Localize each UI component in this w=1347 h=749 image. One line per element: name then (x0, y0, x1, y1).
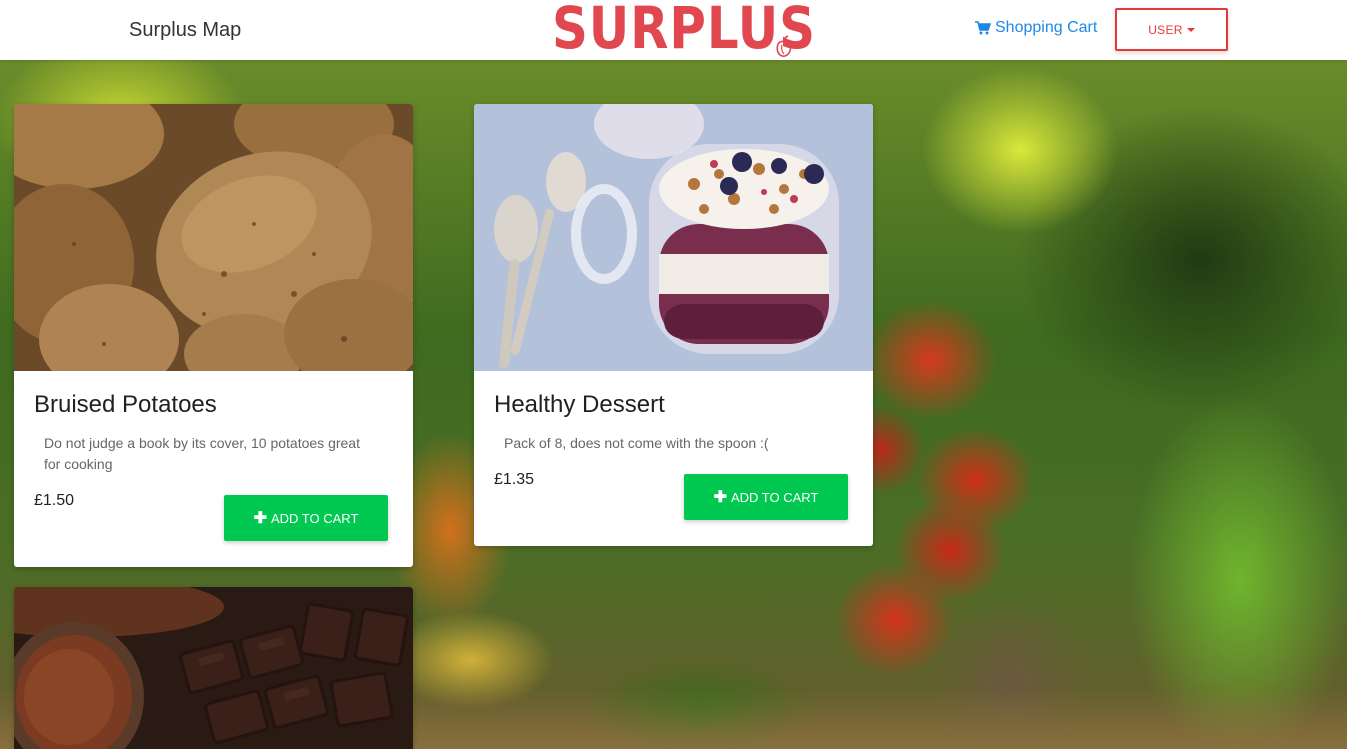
user-label: USER (1148, 22, 1183, 37)
plus-icon: ✚ (713, 489, 727, 506)
shopping-cart-label: Shopping Cart (995, 19, 1098, 36)
shopping-cart-icon (975, 21, 991, 35)
caret-down-icon (1186, 27, 1195, 32)
add-to-cart-button[interactable]: ✚ ADD TO CART (224, 495, 388, 541)
product-card (14, 587, 413, 749)
product-title: Bruised Potatoes (34, 391, 217, 418)
add-to-cart-label: ADD TO CART (730, 489, 819, 505)
product-title: Healthy Dessert (494, 391, 665, 418)
product-price: £1.35 (494, 471, 535, 488)
product-description: Pack of 8, does not come with the spoon … (504, 435, 769, 451)
plus-icon: ✚ (253, 510, 267, 527)
product-card: Bruised Potatoes Do not judge a book by … (14, 104, 413, 567)
product-card: Healthy Dessert Pack of 8, does not come… (474, 104, 873, 546)
add-to-cart-button[interactable]: ✚ ADD TO CART (684, 474, 848, 520)
chocolate-photo (14, 587, 413, 749)
add-to-cart-label: ADD TO CART (270, 510, 359, 526)
yogurt-parfait-photo (474, 104, 873, 371)
product-description: Do not judge a book by its cover, 10 pot… (44, 435, 360, 472)
user-dropdown-button[interactable]: USER (1115, 8, 1228, 51)
surplus-map-link[interactable]: Surplus Map (129, 19, 241, 42)
product-price: £1.50 (34, 492, 75, 509)
shopping-cart-link[interactable]: Shopping Cart (975, 19, 1097, 37)
potatoes-photo (14, 104, 413, 371)
navbar: Surplus Map SURPLUS Shopping Cart USER (0, 0, 1347, 62)
pepper-icon (776, 35, 792, 57)
